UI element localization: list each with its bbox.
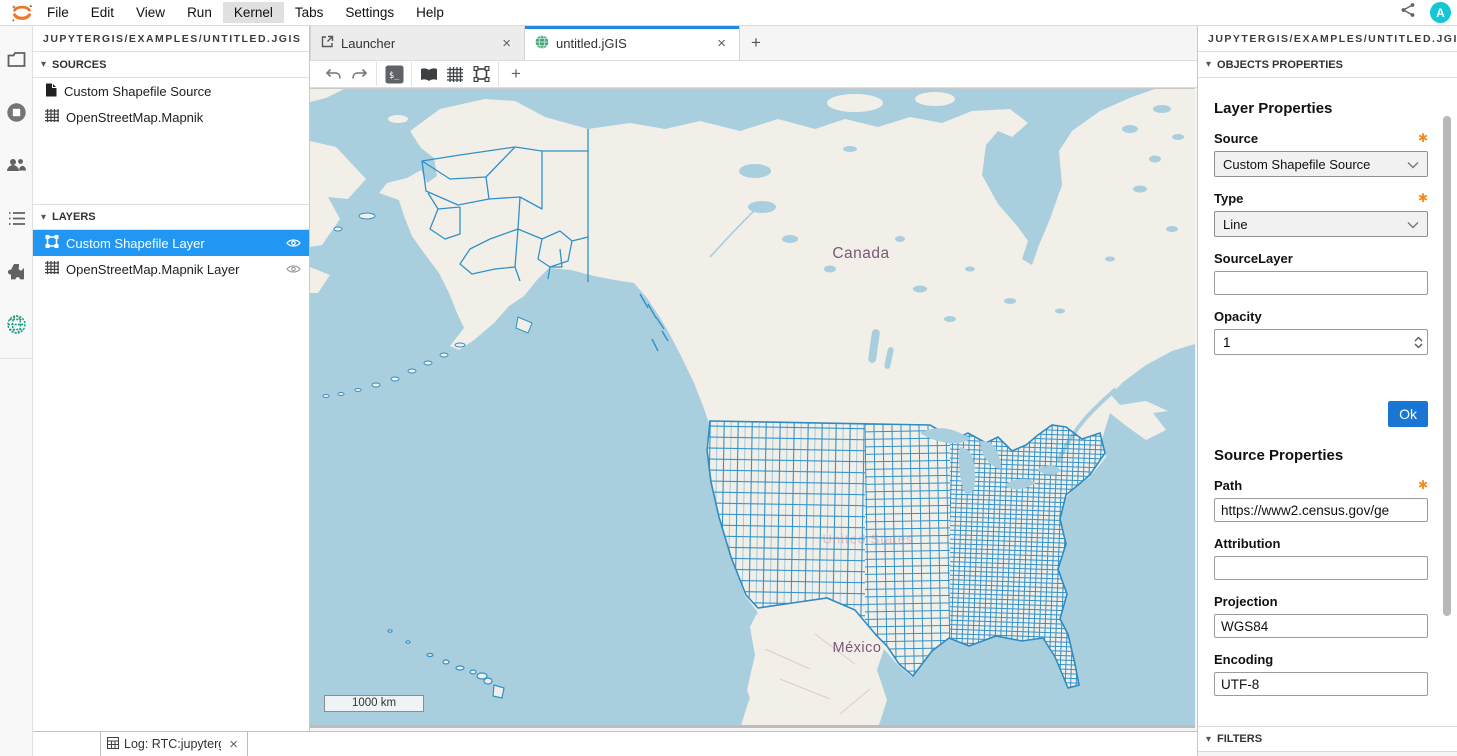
close-icon[interactable]: × xyxy=(499,35,514,52)
opacity-stepper[interactable]: 1 xyxy=(1214,329,1428,355)
menu-file[interactable]: File xyxy=(36,2,80,23)
menu-help[interactable]: Help xyxy=(405,2,455,23)
left-sidebar-panel: JUPYTERGIS/EXAMPLES/UNTITLED.JGIS ▾ SOUR… xyxy=(33,26,310,731)
terminal-console-button[interactable]: $_ xyxy=(381,62,407,86)
jupyterlab-window: File Edit View Run Kernel Tabs Settings … xyxy=(0,0,1457,756)
status-bar: Log: RTC:jupytergis/exampl × xyxy=(33,731,1197,756)
chevron-down-icon: ▾ xyxy=(1206,734,1211,745)
grid-icon xyxy=(45,261,59,277)
file-browser-icon[interactable] xyxy=(0,39,33,79)
add-layer-button[interactable]: + xyxy=(503,62,529,86)
chevron-down-icon: ▾ xyxy=(1206,59,1211,70)
panel-footer xyxy=(1198,752,1457,756)
tab-untitled-jgis[interactable]: untitled.jGIS × xyxy=(525,26,740,60)
source-item-openstreetmap[interactable]: OpenStreetMap.Mapnik xyxy=(33,104,309,130)
layer-properties-title: Layer Properties xyxy=(1214,100,1427,117)
visibility-eye-icon[interactable] xyxy=(283,264,303,274)
ok-button[interactable]: Ok xyxy=(1388,401,1428,427)
identify-button[interactable] xyxy=(416,62,442,86)
sourcelayer-field-label: SourceLayer xyxy=(1214,251,1293,266)
layers-section-header[interactable]: ▾ LAYERS xyxy=(33,204,309,230)
menu-run[interactable]: Run xyxy=(176,2,223,23)
user-avatar[interactable]: A xyxy=(1430,2,1451,23)
close-icon[interactable]: × xyxy=(714,35,729,52)
jgis-globe-icon xyxy=(535,35,549,52)
source-select[interactable]: Custom Shapefile Source xyxy=(1214,151,1428,177)
source-properties-title: Source Properties xyxy=(1214,447,1427,464)
menu-kernel[interactable]: Kernel xyxy=(223,2,284,23)
menubar: File Edit View Run Kernel Tabs Settings … xyxy=(0,0,1457,26)
temporal-grid-button[interactable] xyxy=(442,62,468,86)
close-icon[interactable]: × xyxy=(226,736,241,753)
visibility-eye-icon[interactable] xyxy=(283,238,303,248)
opacity-field-label: Opacity xyxy=(1214,309,1262,324)
encoding-field-label: Encoding xyxy=(1214,652,1273,667)
filters-section-header[interactable]: ▾ FILTERS xyxy=(1198,726,1457,752)
layer-item-custom-shapefile[interactable]: Custom Shapefile Layer xyxy=(33,230,309,256)
left-panel-breadcrumb: JUPYTERGIS/EXAMPLES/UNTITLED.JGIS xyxy=(33,26,309,52)
objects-properties-header[interactable]: ▾ OBJECTS PROPERTIES xyxy=(1198,52,1457,78)
chevron-down-icon xyxy=(1407,157,1419,172)
collaboration-icon[interactable] xyxy=(0,145,33,185)
map-canvas[interactable]: United States Canada México 1000 km xyxy=(310,88,1195,728)
main-dock-area: Launcher × untitled.jGIS × + $_ xyxy=(310,26,1197,731)
chevron-down-icon xyxy=(1407,217,1419,232)
layer-item-openstreetmap[interactable]: OpenStreetMap.Mapnik Layer xyxy=(33,256,309,282)
stepper-arrows-icon[interactable] xyxy=(1414,337,1423,348)
svg-text:$_: $_ xyxy=(389,71,400,81)
encoding-input[interactable] xyxy=(1214,672,1428,696)
tab-launcher[interactable]: Launcher × xyxy=(310,26,525,60)
chevron-down-icon: ▾ xyxy=(41,59,46,70)
required-icon: ✱ xyxy=(1418,191,1428,206)
log-table-icon xyxy=(107,737,119,752)
source-item-custom-shapefile[interactable]: Custom Shapefile Source xyxy=(33,78,309,104)
map-scale-bar: 1000 km xyxy=(324,695,424,712)
new-tab-button[interactable]: + xyxy=(740,26,772,60)
properties-form: Layer Properties Source ✱ Custom Shapefi… xyxy=(1198,78,1457,700)
file-icon xyxy=(45,83,57,100)
projection-field-label: Projection xyxy=(1214,594,1278,609)
right-panel-breadcrumb: JUPYTERGIS/EXAMPLES/UNTITLED.JGIS xyxy=(1198,26,1457,52)
projection-input[interactable] xyxy=(1214,614,1428,638)
attribution-input[interactable] xyxy=(1214,556,1428,580)
log-panel-tab[interactable]: Log: RTC:jupytergis/exampl × xyxy=(100,732,248,756)
table-of-contents-icon[interactable] xyxy=(0,198,33,238)
select-geometry-button[interactable] xyxy=(468,62,494,86)
path-input[interactable] xyxy=(1214,498,1428,522)
menu-edit[interactable]: Edit xyxy=(80,2,125,23)
share-icon[interactable] xyxy=(1400,2,1416,23)
sourcelayer-input[interactable] xyxy=(1214,271,1428,295)
menu-view[interactable]: View xyxy=(125,2,176,23)
jupytergis-globe-icon[interactable] xyxy=(0,304,33,344)
jupyter-logo-icon xyxy=(8,2,36,24)
chevron-down-icon: ▾ xyxy=(41,212,46,223)
required-icon: ✱ xyxy=(1418,131,1428,146)
source-field-label: Source xyxy=(1214,131,1258,146)
extension-manager-icon[interactable] xyxy=(0,251,33,291)
grid-icon xyxy=(45,109,59,125)
activity-bar xyxy=(0,26,33,756)
right-sidebar-panel: JUPYTERGIS/EXAMPLES/UNTITLED.JGIS ▾ OBJE… xyxy=(1197,26,1457,756)
map-render xyxy=(310,89,1195,728)
path-field-label: Path xyxy=(1214,478,1242,493)
type-field-label: Type xyxy=(1214,191,1243,206)
scrollbar-thumb[interactable] xyxy=(1443,116,1451,616)
attribution-field-label: Attribution xyxy=(1214,536,1280,551)
launcher-icon xyxy=(321,35,334,51)
dock-tab-bar: Launcher × untitled.jGIS × + xyxy=(310,26,1197,61)
redo-button[interactable] xyxy=(346,62,372,86)
running-sessions-icon[interactable] xyxy=(0,92,33,132)
required-icon: ✱ xyxy=(1418,478,1428,493)
undo-button[interactable] xyxy=(320,62,346,86)
menu-settings[interactable]: Settings xyxy=(334,2,405,23)
map-toolbar: $_ + xyxy=(310,61,1197,88)
sources-section-header[interactable]: ▾ SOURCES xyxy=(33,52,309,78)
menu-tabs[interactable]: Tabs xyxy=(284,2,335,23)
type-select[interactable]: Line xyxy=(1214,211,1428,237)
vector-icon xyxy=(45,235,59,251)
